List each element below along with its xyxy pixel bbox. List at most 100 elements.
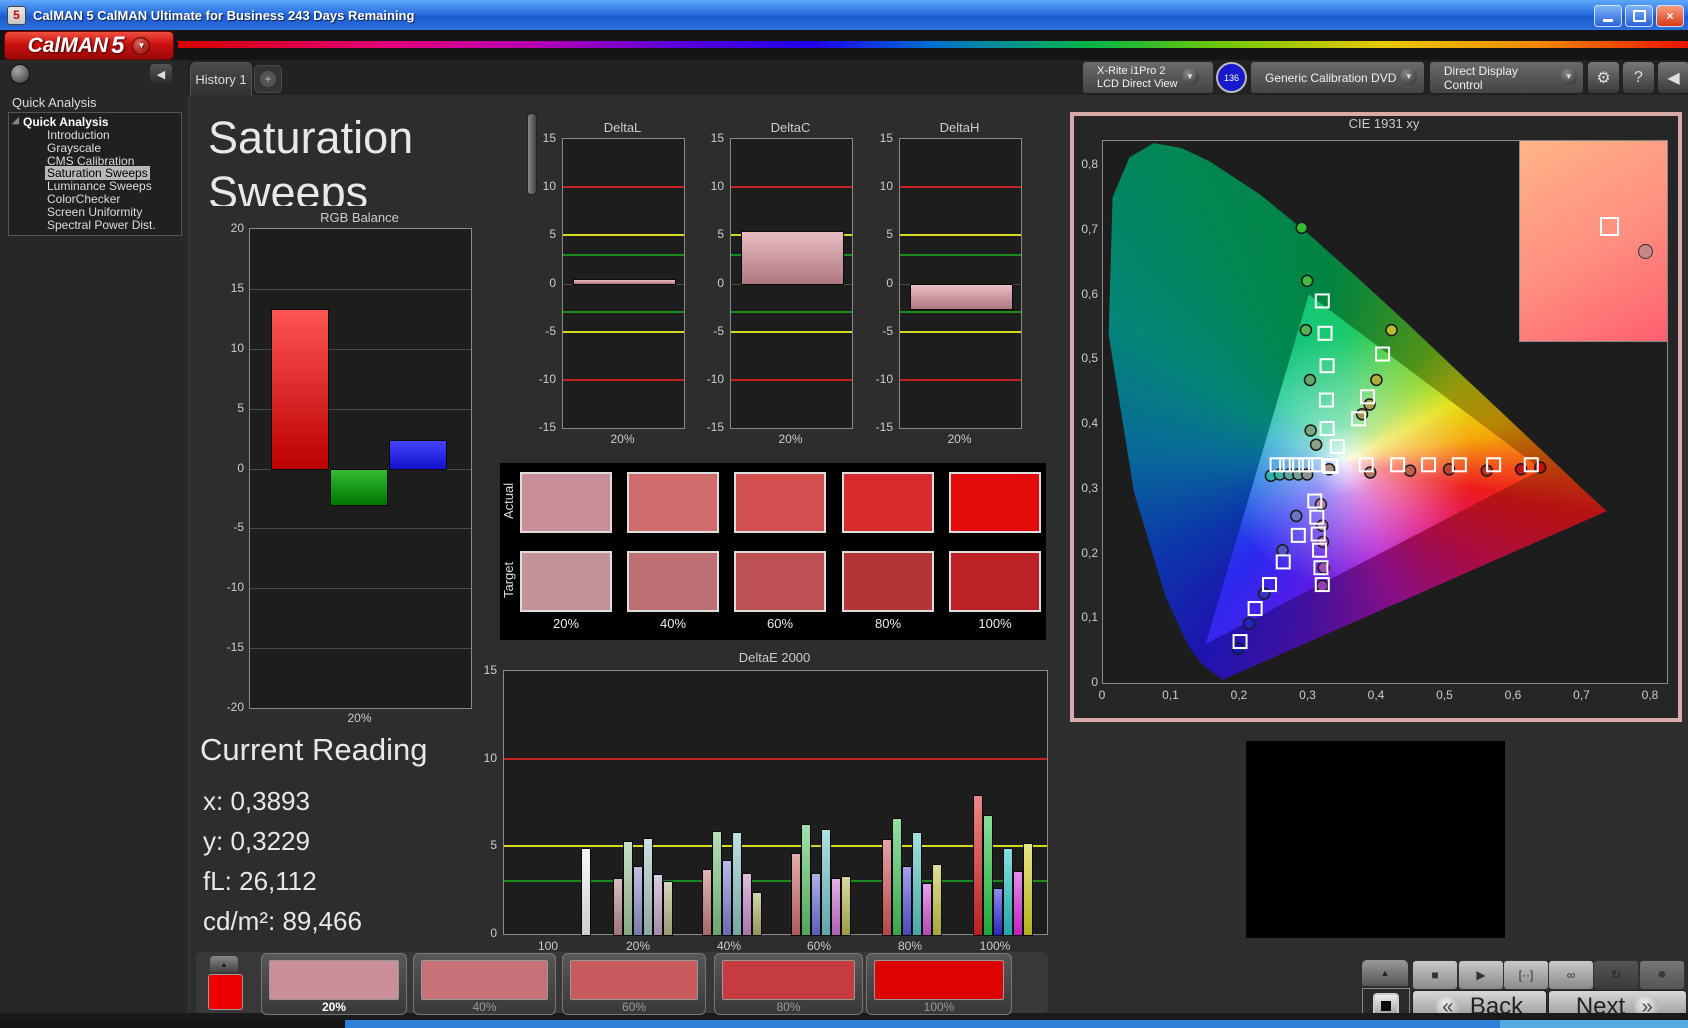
logo-dropdown-icon[interactable]: ▼ [132,37,150,55]
delta-y-tick: -5 [863,324,893,338]
actual-swatch-20%[interactable] [520,472,612,533]
cie-x-tick: 0,3 [1288,688,1328,702]
patch-color [570,960,698,1000]
cie-x-tick: 0,5 [1425,688,1465,702]
tree-root[interactable]: ◢Quick Analysis [9,115,181,128]
red-patch-swatch[interactable] [208,974,243,1010]
minimize-button[interactable] [1594,5,1622,27]
delta-x-label: 20% [730,432,851,446]
refresh-icon: ↻ [1611,968,1621,982]
patch-button-40%[interactable]: 40% [413,953,556,1015]
patch-button-60%[interactable]: 60% [562,953,706,1015]
actual-swatch-60%[interactable] [734,472,826,533]
reading-line-2: fL: 26,112 [203,866,503,898]
measured-point [1317,580,1328,591]
target-swatch-20%[interactable] [520,551,612,612]
restore-button[interactable] [1625,5,1653,27]
patch-label: 20% [262,1000,406,1014]
deltae-bar [623,841,633,936]
settings-button[interactable]: ⚙ [1587,61,1620,94]
sidebar-item-luminance-sweeps[interactable]: Luminance Sweeps [9,179,181,192]
patch-button-20%[interactable]: 20% [261,953,407,1015]
sidebar-item-screen-uniformity[interactable]: Screen Uniformity [9,205,181,218]
target-swatch-100%[interactable] [949,551,1041,612]
delta-x-label: 20% [899,432,1020,446]
meter-line1: X-Rite i1Pro 2 [1097,65,1178,78]
window-title: CalMAN 5 CalMAN Ultimate for Business 24… [33,8,414,23]
cie-x-tick: 0,6 [1493,688,1533,702]
sidebar-item-spectral-power-dist-[interactable]: Spectral Power Dist. [9,218,181,231]
target-square [1249,602,1262,615]
source-dropdown[interactable]: Generic Calibration DVD ▼ [1250,61,1425,94]
inset-target-square [1600,217,1619,236]
refresh-button[interactable]: ↻ [1593,960,1639,990]
target-swatch-80%[interactable] [842,551,934,612]
rgb-y-tick: 10 [204,341,244,355]
deltae-bar [892,818,902,936]
target-swatch-40%[interactable] [627,551,719,612]
sidebar-item-cms-calibration[interactable]: CMS Calibration [9,154,181,167]
sidebar-item-saturation-sweeps[interactable]: Saturation Sweeps [9,166,181,179]
sidebar-collapse-button[interactable]: ◀ [150,64,172,84]
window-titlebar: 5 CalMAN 5 CalMAN Ultimate for Business … [0,0,1688,30]
deltae-y-tick: 0 [467,926,497,940]
sidebar-item-colorchecker[interactable]: ColorChecker [9,192,181,205]
meter-up-button[interactable]: ▲ [1362,960,1408,986]
delta-ref-line [563,311,684,313]
meter-dropdown[interactable]: X-Rite i1Pro 2 LCD Direct View ▼ [1082,61,1214,94]
display-control-dropdown[interactable]: Direct Display Control ▼ [1429,61,1584,94]
patch-button-100%[interactable]: 100% [866,953,1012,1015]
column-label-100%: 100% [949,616,1041,630]
sidebar-item-grayscale[interactable]: Grayscale [9,141,181,154]
column-label-40%: 40% [627,616,719,630]
patch-label: 60% [563,1000,705,1014]
deltae-plot [503,670,1048,935]
calman-logo-button[interactable]: CalMAN5 ▼ [4,31,174,60]
cie-y-tick: 0,3 [1064,481,1098,495]
delta-y-tick: 5 [863,227,893,241]
actual-swatch-40%[interactable] [627,472,719,533]
panel-collapse-button[interactable]: ◀ [1657,61,1688,94]
deltae-bar [1003,848,1013,936]
delta-title-deltah: DeltaH [879,120,1040,134]
cie-y-tick: 0,7 [1064,222,1098,236]
actual-swatch-100%[interactable] [949,472,1041,533]
actual-swatch-80%[interactable] [842,472,934,533]
deltae-bar [1013,871,1023,936]
logo-text: CalMAN [28,34,109,58]
row-label-target: Target [501,552,517,598]
target-swatch-60%[interactable] [734,551,826,612]
cie-y-tick: 0,6 [1064,287,1098,301]
sidebar-item-introduction[interactable]: Introduction [9,128,181,141]
stop-button[interactable]: ■ [1412,960,1458,990]
record-button: ● [1639,960,1685,990]
patch-button-80%[interactable]: 80% [714,953,863,1015]
close-button[interactable]: × [1656,5,1684,27]
delta-title-deltac: DeltaC [710,120,871,134]
delta-bar [573,279,676,286]
target-square [1376,348,1389,361]
measured-point [1300,325,1311,336]
deltae-bar [663,881,673,936]
patch-color [874,960,1004,1000]
delta-y-tick: -10 [526,372,556,386]
add-tab-button[interactable]: + [254,65,282,93]
loop-button[interactable]: ∞ [1548,960,1594,990]
step-button[interactable]: [··] [1503,960,1549,990]
delta-ref-line [731,186,852,188]
delta-y-tick: 10 [694,179,724,193]
deltae-y-tick: 5 [467,838,497,852]
deltae-bar [702,869,712,936]
cie-y-tick: 0,2 [1064,546,1098,560]
deltae-x-label-60%: 60% [789,939,849,953]
swatch-bar-up-button[interactable]: ▲ [210,956,238,972]
tab-history-1[interactable]: History 1 [190,62,252,96]
play-button[interactable]: ▶ [1458,960,1504,990]
delta-plot-deltah [899,138,1022,429]
target-square [1331,440,1344,453]
cie-y-tick: 0 [1064,675,1098,689]
help-button[interactable]: ? [1622,61,1655,94]
deltae-x-label-40%: 40% [699,939,759,953]
sidebar-sphere-button[interactable] [10,64,30,84]
app-icon: 5 [7,6,26,25]
